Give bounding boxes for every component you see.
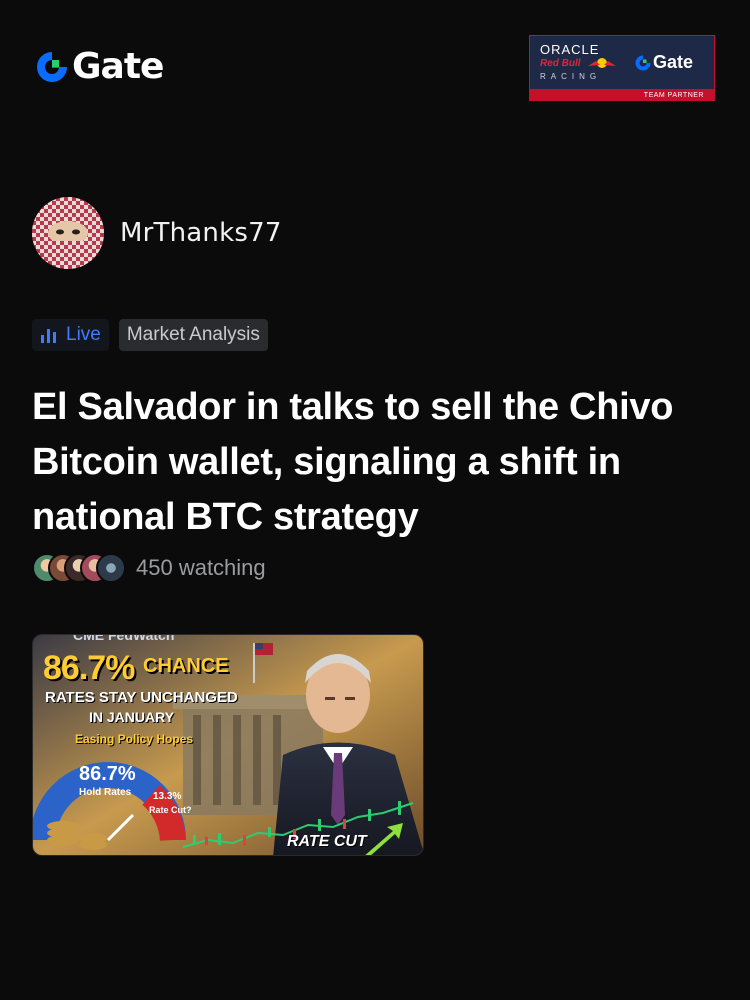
- partner-team-label: TEAM PARTNER: [643, 92, 704, 99]
- post-thumbnail[interactable]: CME FedWatch 86.7% CHANCE RATES STAY UNC…: [32, 634, 424, 856]
- thumb-line3: Easing Policy Hopes: [75, 732, 194, 746]
- logo-text: Gate: [72, 46, 164, 87]
- bull-icon: [588, 58, 616, 68]
- thumb-gauge-value: 86.7%: [79, 763, 136, 785]
- partner-gate: Gate: [634, 52, 693, 73]
- gate-logo-icon: [37, 52, 67, 82]
- thumb-big-percent: 86.7%: [43, 649, 135, 687]
- header: Gate ORACLE Red Bull RACING Gate TEAM PA…: [0, 0, 750, 110]
- live-label: Live: [66, 324, 101, 345]
- gate-logo[interactable]: Gate: [34, 46, 164, 88]
- thumb-cut-value: 13.3%: [153, 791, 182, 802]
- thumb-chance: CHANCE: [143, 655, 229, 677]
- live-tag[interactable]: Live: [32, 319, 109, 351]
- partner-oracle: ORACLE: [540, 42, 600, 57]
- tag-row: Live Market Analysis: [32, 319, 268, 351]
- watching-count: 450 watching: [136, 555, 266, 580]
- author-name[interactable]: MrThanks77: [120, 218, 282, 248]
- partner-racing: RACING: [540, 72, 602, 81]
- author-row[interactable]: MrThanks77: [32, 197, 282, 269]
- post-title[interactable]: El Salvador in talks to sell the Chivo B…: [32, 380, 712, 545]
- watcher-avatars: [32, 553, 126, 583]
- category-label: Market Analysis: [126, 324, 260, 345]
- watchers-row: 450 watching: [32, 553, 266, 583]
- thumb-rate-cut: RATE CUT: [287, 833, 367, 850]
- category-tag[interactable]: Market Analysis: [118, 319, 268, 351]
- avatar[interactable]: [32, 197, 104, 269]
- thumb-header: CME FedWatch: [73, 634, 175, 643]
- bar-chart-icon: [41, 329, 56, 343]
- partner-banner[interactable]: ORACLE Red Bull RACING Gate TEAM PARTNER: [529, 35, 715, 101]
- thumb-line1: RATES STAY UNCHANGED: [45, 689, 238, 706]
- partner-redbull: Red Bull: [540, 58, 581, 69]
- partner-gate-text: Gate: [653, 52, 694, 72]
- thumb-gauge-label: Hold Rates: [79, 787, 132, 798]
- thumb-cut-label: Rate Cut?: [149, 805, 192, 815]
- watcher-avatar: [96, 553, 126, 583]
- gate-logo-icon: [635, 55, 651, 70]
- thumb-line2: IN JANUARY: [89, 709, 175, 725]
